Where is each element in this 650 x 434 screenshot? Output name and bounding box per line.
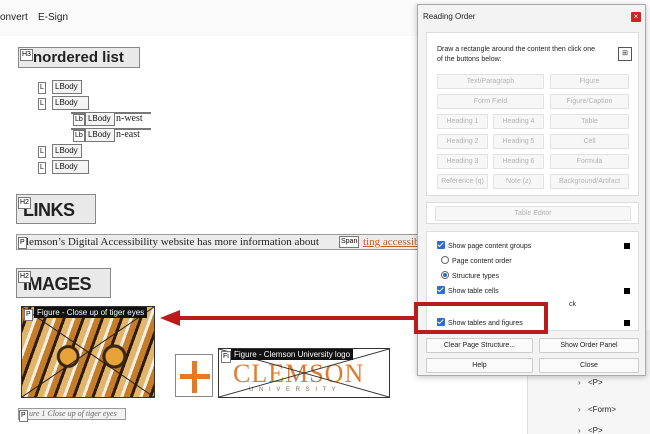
lbody-label: LBody [85,128,115,142]
lbody-label: LBody [52,96,89,110]
structure-types-label: Structure types [452,273,500,280]
chevron-right-icon[interactable]: › [578,426,581,434]
heading-box[interactable]: nordered list [18,47,140,68]
note-button[interactable]: Note (z) [493,174,544,189]
heading-1-button[interactable]: Heading 1 [437,114,488,129]
structure-types-option[interactable]: Structure types [441,271,499,280]
p-tag: P [24,309,33,321]
dialog-titlebar[interactable]: Reading Order × [418,5,645,27]
table-editor-group: Table Editor [426,202,639,224]
h2-tag: H2 [18,197,31,209]
orange-cross-image[interactable] [175,354,213,397]
dialog-title: Reading Order [423,12,476,21]
figure-caption-button[interactable]: Figure/Caption [550,94,629,109]
list-tag: L [38,162,46,174]
radio-selected-icon[interactable] [441,271,449,279]
help-button[interactable]: Help [426,358,533,373]
caption-box[interactable]: ure 1 Close up of tiger eyes [18,408,126,420]
instructions-text: Draw a rectangle around the content then… [437,46,595,63]
tag-buttons-group: Draw a rectangle around the content then… [426,32,639,196]
chevron-right-icon[interactable]: › [578,405,581,414]
list-tag: Lb [73,114,85,126]
color-swatch[interactable] [624,243,630,249]
checkbox-checked-icon[interactable] [437,286,445,294]
formula-button[interactable]: Formula [550,154,629,169]
page-order-label: Page content order [452,258,512,265]
page-order-option[interactable]: Page content order [441,256,512,265]
document-page: nordered list H3 L LBody L LBody Lb LBod… [0,36,418,434]
heading-4-button[interactable]: Heading 4 [493,114,544,129]
table-editor-button[interactable]: Table Editor [435,206,631,221]
reference-button[interactable]: Reference (q) [437,174,488,189]
caption-text: ure 1 Close up of tiger eyes [29,409,117,418]
lbody-label: LBody [52,80,82,94]
chevron-right-icon[interactable]: › [578,378,581,387]
show-groups-option[interactable]: Show page content groups [437,241,531,250]
form-field-button[interactable]: Form Field [437,94,544,109]
clear-structure-button[interactable]: Clear Page Structure... [426,338,533,353]
tree-item[interactable]: <P> [588,378,603,387]
color-swatch[interactable] [624,320,630,326]
heading-5-button[interactable]: Heading 5 [493,134,544,149]
show-groups-label: Show page content groups [448,243,532,250]
p-tag: P [19,410,28,422]
paragraph-text: lemson’s Digital Accessibility website h… [26,236,319,248]
h2-tag: H2 [18,271,31,283]
list-tag: L [38,98,46,110]
red-arrow-icon [160,310,418,326]
menu-esign[interactable]: E-Sign [38,12,68,23]
heading-images: IMAGES [23,274,92,294]
lbody-label: LBody [52,160,89,174]
list-tag: L [38,82,46,94]
figure-label: Figure - Close up of tiger eyes [34,307,148,318]
close-button[interactable]: Close [539,358,639,373]
text-paragraph-button[interactable]: Text/Paragraph [437,74,544,89]
background-artifact-button[interactable]: Background/Artifact [550,174,629,189]
menu-convert[interactable]: onvert [0,12,28,23]
p-tag: P [18,237,27,249]
cell-button[interactable]: Cell [550,134,629,149]
heading-3-button[interactable]: Heading 3 [437,154,488,169]
show-order-panel-button[interactable]: Show Order Panel [539,338,639,353]
close-icon[interactable]: × [631,12,641,22]
cross-horizontal [180,374,210,379]
partial-text: ck [569,301,576,308]
span-tag: Span [339,236,360,248]
link-text[interactable]: ting accessib [363,236,418,248]
show-cells-label: Show table cells [448,288,499,295]
figure-button[interactable]: Figure [550,74,629,89]
lbody-label: LBody [85,112,115,126]
h3-tag: H3 [20,49,33,61]
figure-label: Figure - Clemson University logo [231,349,354,360]
color-swatch[interactable] [624,288,630,294]
list-tag: Lb [73,130,85,142]
radio-icon[interactable] [441,256,449,264]
show-cells-option[interactable]: Show table cells [437,286,499,295]
fig-tag: Fi [221,351,231,363]
checkbox-checked-icon[interactable] [437,241,445,249]
table-button[interactable]: Table [550,114,629,129]
tree-item[interactable]: <Form> [588,405,616,414]
list-tag: L [38,146,46,158]
heading-6-button[interactable]: Heading 6 [493,154,544,169]
structure-icon[interactable]: ⊞ [618,47,632,61]
heading-unordered-list: nordered list [33,49,124,66]
figure-x-icon [22,307,154,397]
tiger-figure[interactable]: Figure - Close up of tiger eyes P [21,306,155,398]
clemson-figure[interactable]: CLEMSON U N I V E R S I T Y Figure - Cle… [218,348,390,398]
list-text: n-east [116,129,140,140]
list-text: n-west [116,113,143,124]
lbody-label: LBody [52,144,82,158]
highlight-box [414,302,548,334]
heading-2-button[interactable]: Heading 2 [437,134,488,149]
tree-item[interactable]: <P> [588,426,603,434]
menu-bar: onvert E-Sign [0,0,418,36]
